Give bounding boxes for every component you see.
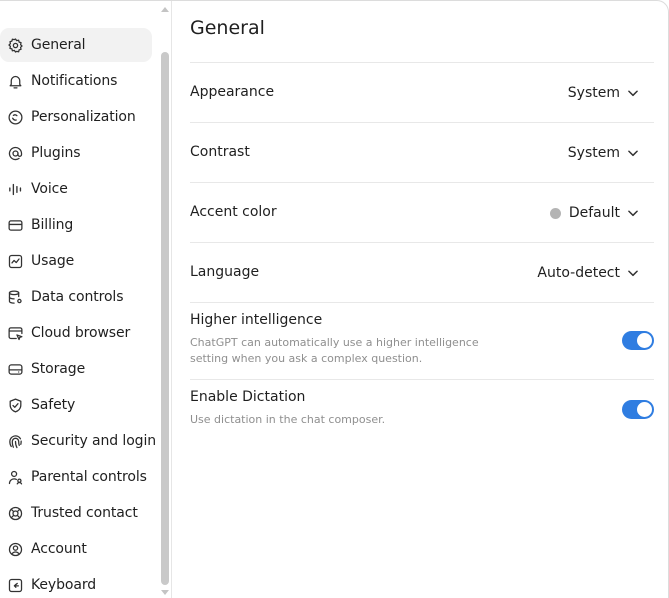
language-label: Language (190, 264, 260, 280)
sidebar-item-label: Parental controls (31, 469, 147, 485)
sidebar-item-account[interactable]: Account (0, 532, 152, 566)
divider (190, 379, 654, 380)
dictation-toggle[interactable] (622, 400, 654, 419)
accent-color-label: Accent color (190, 204, 277, 220)
sidebar-item-parental-controls[interactable]: Parental controls (0, 460, 152, 494)
sidebar-item-label: Safety (31, 397, 76, 413)
dictation-label: Enable Dictation (190, 389, 306, 405)
dictation-description: Use dictation in the chat composer. (190, 413, 386, 426)
chevron-down-icon (628, 208, 638, 218)
hard-drive-icon (6, 360, 24, 378)
sidebar-item-label: Billing (31, 217, 74, 233)
sidebar-item-label: Storage (31, 361, 86, 377)
accent-color-value: Default (568, 205, 620, 221)
page-title: General (190, 17, 265, 39)
divider (190, 242, 654, 243)
sidebar-item-keyboard[interactable]: Keyboard (0, 568, 152, 598)
divider (190, 302, 654, 303)
sidebar-item-trusted-contact[interactable]: Trusted contact (0, 496, 152, 530)
higher-intelligence-description: ChatGPT can automatically use a higher i… (190, 335, 490, 367)
sidebar-item-voice[interactable]: Voice (0, 172, 152, 206)
divider (190, 122, 654, 123)
sidebar-item-data-controls[interactable]: Data controls (0, 280, 152, 314)
higher-intelligence-toggle[interactable] (622, 331, 654, 350)
higher-intelligence-description-line: setting when you ask a complex question. (190, 352, 423, 365)
settings-window: General Notifications Personalization Pl… (0, 0, 669, 598)
sidebar-item-plugins[interactable]: Plugins (0, 136, 152, 170)
sidebar-item-usage[interactable]: Usage (0, 244, 152, 278)
sidebar-item-label: Voice (31, 181, 68, 197)
sidebar-item-label: Cloud browser (31, 325, 131, 341)
contrast-value: System (567, 145, 620, 161)
settings-sidebar: General Notifications Personalization Pl… (0, 1, 172, 598)
sidebar-item-security-and-login[interactable]: Security and login (0, 424, 156, 458)
appearance-value: System (567, 85, 620, 101)
gear-icon (6, 36, 24, 54)
sidebar-item-notifications[interactable]: Notifications (0, 64, 152, 98)
credit-card-icon (6, 216, 24, 234)
keyboard-icon (6, 576, 24, 594)
appearance-dropdown[interactable]: System (568, 82, 638, 104)
chevron-down-icon (628, 268, 638, 278)
higher-intelligence-label: Higher intelligence (190, 312, 323, 328)
sidebar-item-cloud-browser[interactable]: Cloud browser (0, 316, 152, 350)
parent-icon (6, 468, 24, 486)
sidebar-item-storage[interactable]: Storage (0, 352, 152, 386)
higher-intelligence-description-line: ChatGPT can automatically use a higher i… (190, 336, 479, 349)
scroll-up-arrow-icon[interactable] (161, 7, 169, 12)
accent-color-dropdown[interactable]: Default (549, 202, 638, 224)
shield-check-icon (6, 396, 24, 414)
general-settings-panel: General Appearance System Contrast Syste… (190, 1, 654, 598)
browser-icon (6, 324, 24, 342)
sidebar-item-label: Account (31, 541, 87, 557)
sidebar-item-label: Trusted contact (31, 505, 138, 521)
language-value: Auto-detect (537, 265, 620, 281)
lifebuoy-icon (6, 504, 24, 522)
scroll-down-arrow-icon[interactable] (161, 590, 169, 595)
sidebar-item-billing[interactable]: Billing (0, 208, 152, 242)
toggle-knob (637, 402, 652, 417)
sidebar-item-label: Security and login (31, 433, 157, 449)
sidebar-item-label: Personalization (31, 109, 136, 125)
sidebar-item-label: Usage (31, 253, 75, 269)
sidebar-item-label: Keyboard (31, 577, 97, 593)
sidebar-scrollbar-thumb[interactable] (161, 52, 169, 585)
user-circle-icon (6, 540, 24, 558)
bell-icon (6, 72, 24, 90)
chevron-down-icon (628, 148, 638, 158)
sidebar-item-label: Notifications (31, 73, 118, 89)
fingerprint-icon (6, 432, 24, 450)
sidebar-item-label: General (31, 37, 86, 53)
language-dropdown[interactable]: Auto-detect (537, 262, 638, 284)
waveform-icon (6, 180, 24, 198)
personalization-icon (6, 108, 24, 126)
contrast-label: Contrast (190, 144, 250, 160)
activity-chart-icon (6, 252, 24, 270)
at-sign-icon (6, 144, 24, 162)
toggle-knob (637, 333, 652, 348)
appearance-label: Appearance (190, 84, 275, 100)
database-gear-icon (6, 288, 24, 306)
sidebar-item-label: Data controls (31, 289, 124, 305)
accent-color-swatch (549, 207, 561, 219)
sidebar-item-safety[interactable]: Safety (0, 388, 152, 422)
divider (190, 182, 654, 183)
sidebar-item-general[interactable]: General (0, 28, 152, 62)
contrast-dropdown[interactable]: System (568, 142, 638, 164)
divider (190, 62, 654, 63)
chevron-down-icon (628, 88, 638, 98)
sidebar-item-label: Plugins (31, 145, 81, 161)
sidebar-item-personalization[interactable]: Personalization (0, 100, 152, 134)
